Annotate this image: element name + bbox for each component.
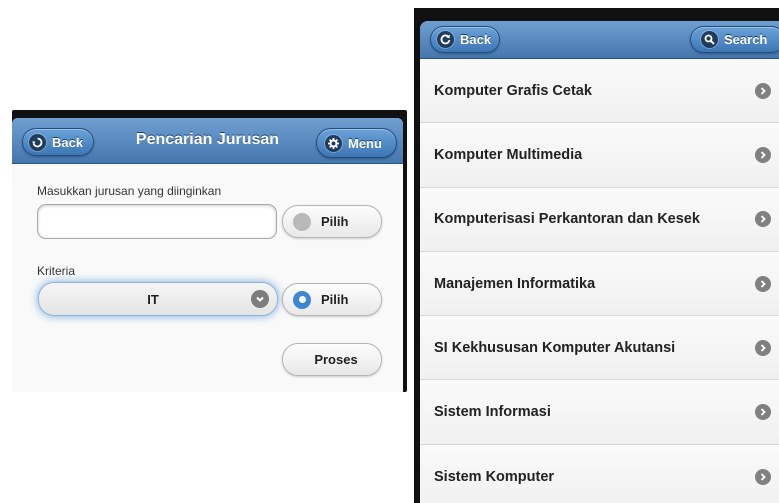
jurusan-list: Komputer Grafis Cetak Komputer Multimedi… (420, 59, 779, 503)
search-form-screen: Back Pencarian Jurusan Menu Masukkan jur… (12, 110, 407, 392)
list-item-label: Manajemen Informatika (434, 275, 596, 292)
pilih-radio-jurusan[interactable]: Pilih (282, 205, 382, 238)
list-item[interactable]: SI Kekhususan Komputer Akutansi (420, 316, 779, 381)
list-item[interactable]: Komputer Multimedia (420, 123, 779, 188)
pilih-radio-kriteria-label: Pilih (321, 292, 349, 307)
list-item-label: Komputer Grafis Cetak (434, 82, 592, 99)
search-button[interactable]: Search (690, 26, 779, 53)
kriteria-select[interactable]: IT (38, 282, 278, 316)
proses-button-label: Proses (314, 352, 358, 367)
menu-button-label: Menu (348, 135, 382, 151)
menu-button[interactable]: Menu (316, 128, 397, 158)
results-header: Back Search (420, 21, 779, 59)
kriteria-select-value: IT (147, 291, 159, 307)
search-button-label: Search (724, 32, 768, 47)
gear-icon (325, 134, 342, 152)
search-icon (701, 31, 718, 48)
list-item-label: Sistem Informasi (434, 404, 551, 421)
list-item[interactable]: Komputer Grafis Cetak (420, 59, 779, 124)
list-item-label: Komputer Multimedia (434, 146, 583, 163)
chevron-right-icon (755, 404, 771, 421)
list-item[interactable]: Sistem Informasi (420, 380, 779, 445)
chevron-right-icon (755, 275, 771, 292)
list-item-label: Komputerisasi Perkantoran dan Kesek (434, 211, 700, 228)
back-button-label: Back (460, 32, 492, 47)
chevron-right-icon (755, 339, 771, 356)
list-item[interactable]: Manajemen Informatika (420, 251, 779, 317)
chevron-right-icon (755, 146, 771, 163)
results-screen: Back Search Komputer Grafis Cetak Komput… (414, 8, 779, 503)
jurusan-input[interactable] (37, 204, 277, 239)
list-item[interactable]: Komputerisasi Perkantoran dan Kesek (420, 187, 779, 252)
search-form-header: Back Pencarian Jurusan Menu (12, 118, 403, 164)
back-button[interactable]: Back (430, 26, 500, 53)
refresh-back-icon (437, 31, 454, 48)
chevron-right-icon (755, 468, 771, 485)
results-content: Back Search Komputer Grafis Cetak Komput… (420, 21, 779, 503)
jurusan-label: Masukkan jurusan yang diinginkan (37, 184, 222, 198)
proses-button[interactable]: Proses (282, 343, 382, 376)
chevron-down-icon (251, 290, 269, 308)
pilih-radio-jurusan-label: Pilih (321, 214, 349, 229)
chevron-right-icon (755, 211, 771, 228)
list-item-label: SI Kekhususan Komputer Akutansi (434, 339, 676, 356)
list-item-label: Sistem Komputer (434, 468, 555, 485)
kriteria-label: Kriteria (37, 264, 76, 278)
chevron-right-icon (755, 82, 771, 99)
pilih-radio-kriteria[interactable]: Pilih (282, 283, 382, 316)
radio-unselected-icon (293, 212, 311, 231)
radio-selected-icon (293, 290, 311, 309)
list-item[interactable]: Sistem Komputer (420, 444, 779, 503)
search-form-content: Back Pencarian Jurusan Menu Masukkan jur… (12, 118, 403, 392)
